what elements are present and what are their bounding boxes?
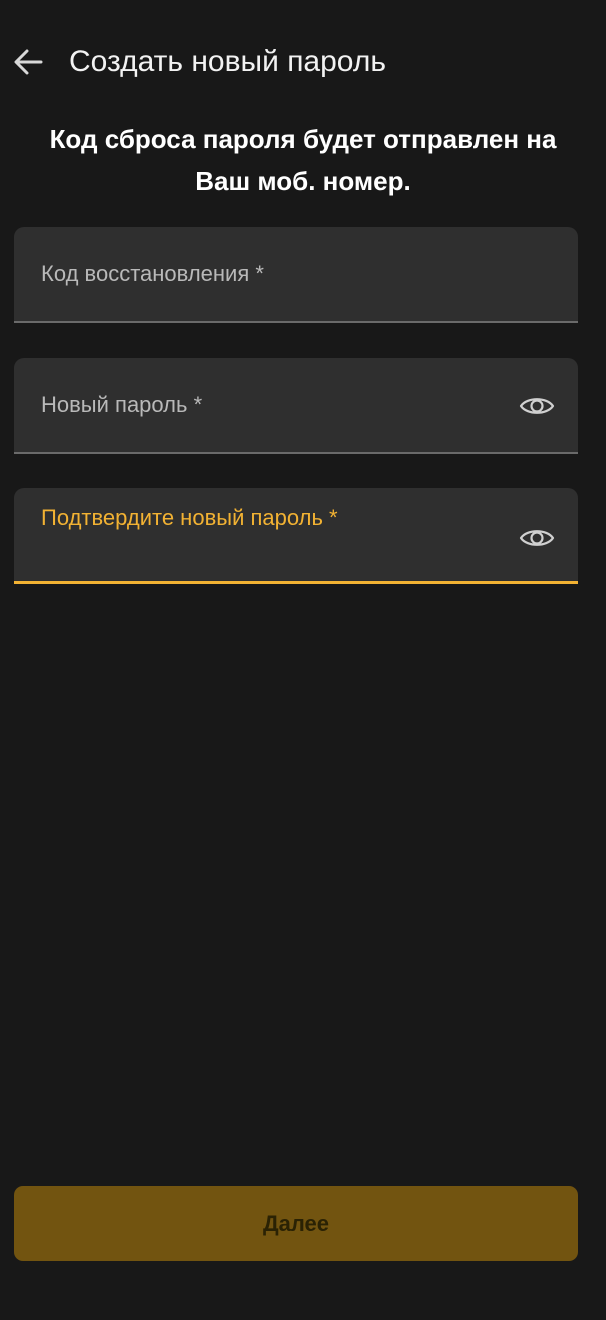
confirm-password-label: Подтвердите новый пароль * (41, 505, 338, 530)
toggle-new-password-visibility-button[interactable] (518, 388, 556, 424)
arrow-left-icon (14, 49, 43, 75)
new-password-input[interactable] (41, 410, 508, 440)
recovery-code-input[interactable] (41, 279, 508, 309)
confirm-password-field[interactable]: Подтвердите новый пароль * (14, 488, 578, 584)
back-button[interactable] (8, 42, 48, 82)
eye-icon (519, 530, 555, 546)
recovery-code-field[interactable]: Код восстановления * (14, 227, 578, 323)
toggle-confirm-password-visibility-button[interactable] (518, 520, 556, 556)
new-password-field[interactable]: Новый пароль * (14, 358, 578, 454)
confirm-password-input[interactable] (41, 539, 508, 569)
next-button[interactable]: Далее (14, 1186, 578, 1261)
app-bar: Создать новый пароль (0, 36, 606, 88)
page-title: Создать новый пароль (69, 45, 386, 78)
reset-info-text: Код сброса пароля будет отправлен на Ваш… (49, 124, 557, 196)
eye-icon (519, 398, 555, 414)
